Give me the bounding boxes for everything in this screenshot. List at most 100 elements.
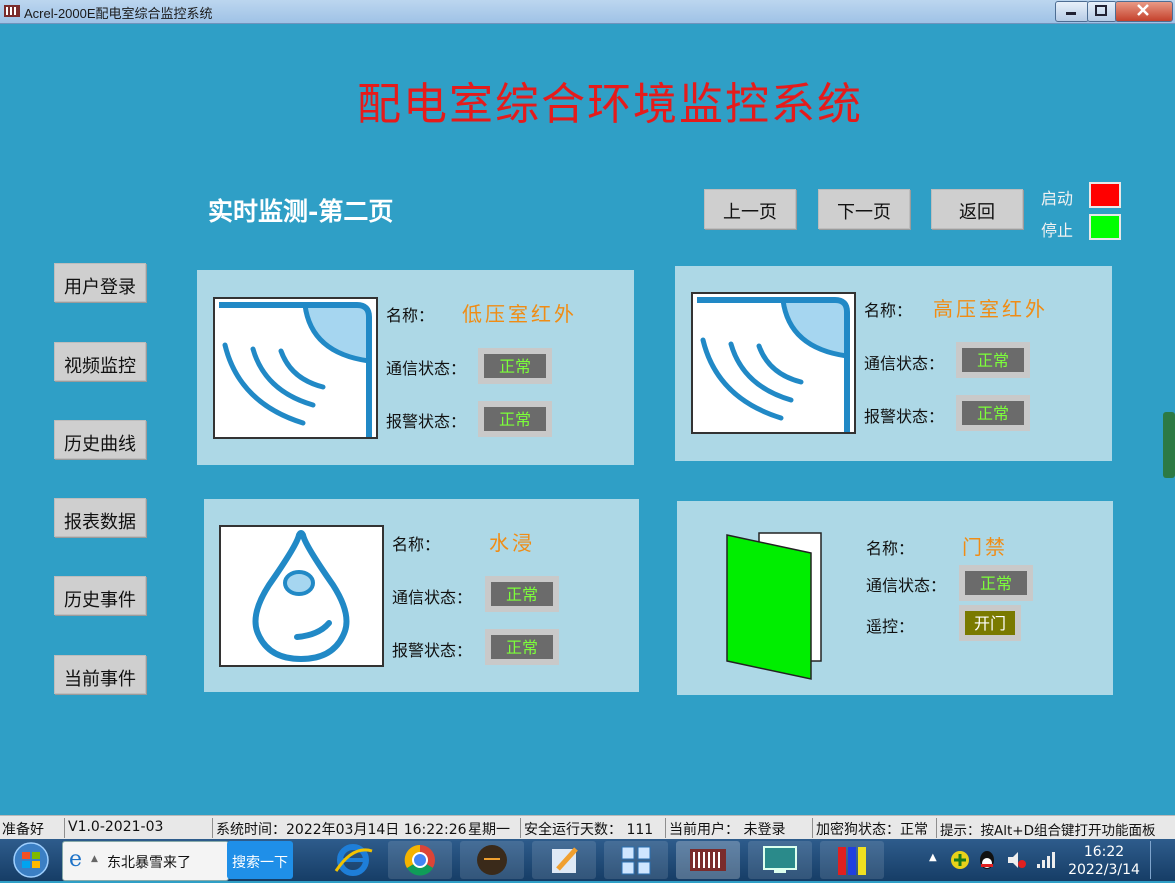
taskbar-app-dark[interactable] [460,841,524,879]
status-version: V1.0-2021-03 [68,819,164,835]
comm-status-indicator: 正常 [956,342,1030,378]
status-dongle: 加密狗状态：正常 [816,822,928,838]
show-desktop-button[interactable] [1150,841,1175,879]
caret-icon: ▲ [91,854,98,864]
name-label: 名称： [386,306,435,325]
window-title: Acrel-2000E配电室综合监控系统 [24,6,213,21]
status-ready: 准备好 [2,822,44,838]
status-weekday: 星期一 [468,822,510,838]
legend-start-swatch [1089,182,1121,208]
next-page-button[interactable]: 下一页 [818,189,910,229]
taskbar-grid-app[interactable] [604,841,668,879]
clock-time: 16:22 [1083,844,1125,860]
media-app-icon [477,845,507,875]
tray-security-icon[interactable] [949,849,971,871]
remote-control-label: 遥控： [866,617,915,636]
alarm-status-value: 正常 [484,407,546,431]
sidebar-item-video-monitor[interactable]: 视频监控 [54,342,146,381]
tray-signal-icon[interactable] [1034,849,1056,871]
chrome-icon [404,844,435,876]
status-hint: 提示：按Alt+D组合键打开功能面板 [940,823,1156,839]
system-title: 配电室综合环境监控系统 [357,79,863,130]
prev-page-button[interactable]: 上一页 [704,189,796,229]
status-current-user: 当前用户： 未登录 [669,822,786,838]
comm-status-indicator: 正常 [478,348,552,384]
taskbar: e ▲ 东北暴雪来了 搜索一下 ▲ 16:22 2022/3/14 [0,839,1175,881]
close-icon [1137,4,1149,16]
infrared-sensor-icon [213,297,378,439]
panel-hv-infrared: 名称： 高压室红外 通信状态： 正常 报警状态： 正常 [675,266,1112,461]
alarm-status-label: 报警状态： [864,407,945,426]
legend-stop-swatch [1089,214,1121,240]
comm-status-value: 正常 [484,354,546,378]
clock-date: 2022/3/14 [1068,862,1140,878]
page-heading: 实时监测-第二页 [208,197,394,226]
taskbar-monitor[interactable] [748,841,812,879]
comm-status-value: 正常 [491,582,553,606]
search-button-label: 搜索一下 [232,855,288,871]
status-system-time: 系统时间：2022年03月14日 16:22:26 [216,822,467,838]
minimize-button[interactable] [1055,1,1089,22]
close-button[interactable] [1115,1,1173,22]
ie-search-box[interactable]: e ▲ 东北暴雪来了 [62,841,229,881]
paint-brush-icon [552,847,578,873]
open-door-button-label: 开门 [965,611,1015,635]
sensor-name: 高压室红外 [933,297,1048,321]
sensor-name: 水浸 [489,531,535,555]
taskbar-chrome[interactable] [388,841,452,879]
taskbar-acrel[interactable] [676,841,740,879]
comm-status-label: 通信状态： [866,576,947,595]
name-label: 名称： [864,301,913,320]
alarm-status-value: 正常 [491,635,553,659]
water-drop-icon [219,525,384,667]
panel-lv-infrared: 名称： 低压室红外 通信状态： 正常 报警状态： 正常 [197,270,634,465]
sidebar-item-report-data[interactable]: 报表数据 [54,498,146,537]
status-safe-days: 安全运行天数： 111 [524,822,654,838]
sidebar-item-user-login[interactable]: 用户登录 [54,263,146,302]
door-icon [726,532,822,680]
alarm-status-indicator: 正常 [485,629,559,665]
taskbar-ie[interactable] [328,841,378,879]
ie-e-icon: e [69,847,83,872]
back-button[interactable]: 返回 [931,189,1023,229]
alarm-status-indicator: 正常 [478,401,552,437]
taskbar-paint[interactable] [532,841,596,879]
windows-start-icon [13,842,49,878]
monitor-icon [763,846,797,873]
tray-qq-icon[interactable] [976,848,998,872]
comm-status-label: 通信状态： [386,359,467,378]
acrel-app-icon [690,849,726,871]
ie-news-text: 东北暴雪来了 [107,855,191,871]
comm-status-value: 正常 [962,348,1024,372]
scrollbar-handle[interactable] [1163,412,1175,478]
name-label: 名称： [392,535,441,554]
open-door-button[interactable]: 开门 [959,605,1021,641]
comm-status-indicator: 正常 [959,565,1033,601]
legend-stop-label: 停止 [1041,221,1074,240]
grid-app-icon [621,846,651,875]
sidebar-item-history-curve[interactable]: 历史曲线 [54,420,146,459]
start-button[interactable] [6,841,56,879]
window-title-bar: Acrel-2000E配电室综合监控系统 [0,0,1175,24]
sidebar-item-history-events[interactable]: 历史事件 [54,576,146,615]
panel-access-control: 名称： 门禁 通信状态： 正常 遥控： 开门 [677,501,1113,695]
alarm-status-value: 正常 [962,401,1024,425]
tray-expand-icon[interactable]: ▲ [929,852,937,863]
comm-status-label: 通信状态： [392,588,473,607]
taskbar-color-app[interactable] [820,841,884,879]
app-icon [4,5,20,17]
infrared-sensor-icon [691,292,856,434]
alarm-status-label: 报警状态： [392,641,473,660]
maximize-button[interactable] [1087,1,1117,22]
minimize-icon [1066,12,1076,15]
tray-volume-muted-icon[interactable] [1005,849,1027,871]
search-button[interactable]: 搜索一下 [227,841,293,879]
alarm-status-label: 报警状态： [386,412,467,431]
door-name: 门禁 [962,535,1008,559]
comm-status-label: 通信状态： [864,354,945,373]
internet-explorer-icon [334,844,373,876]
panel-water-leak: 名称： 水浸 通信状态： 正常 报警状态： 正常 [204,499,639,692]
sidebar-item-current-events[interactable]: 当前事件 [54,655,146,694]
maximize-icon [1095,5,1107,16]
tray-clock[interactable]: 16:22 2022/3/14 [1062,841,1146,879]
